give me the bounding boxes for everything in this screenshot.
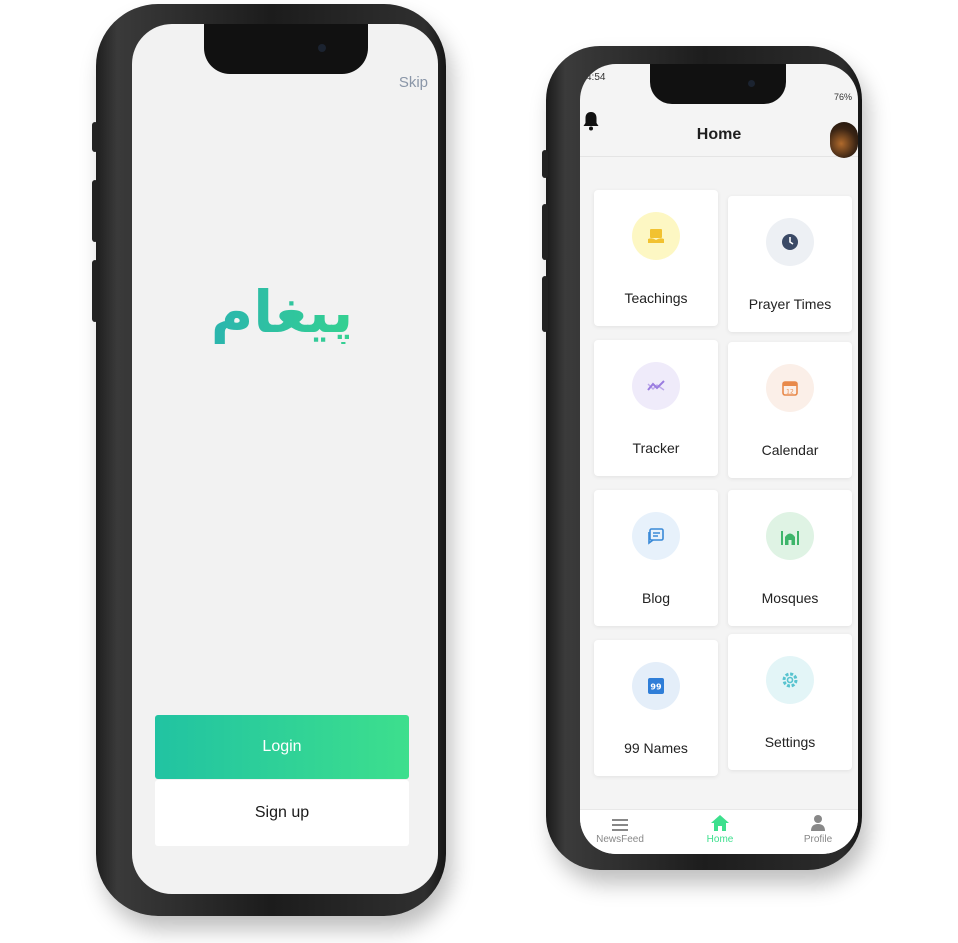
names-icon: 99	[648, 678, 664, 694]
volume-down-button	[92, 260, 98, 322]
bottom-nav: NewsFeed Home Profile	[580, 809, 858, 854]
teachings-icon	[648, 229, 664, 243]
phone-right: 4:54 76% Home Teachings Prayer Times Tra…	[542, 46, 862, 870]
tile-tracker[interactable]: Tracker	[594, 340, 718, 476]
teachings-icon-bg	[632, 212, 680, 260]
tile-label: Blog	[641, 590, 671, 606]
prayer-times-icon-bg	[766, 218, 814, 266]
phone-left: Skip پیغام Login Sign up	[92, 4, 446, 916]
tracker-icon-bg	[632, 362, 680, 410]
mosque-icon	[781, 531, 799, 545]
gear-icon	[782, 672, 798, 688]
notch	[204, 24, 368, 74]
notch	[650, 64, 786, 104]
nav-profile[interactable]: Profile	[788, 814, 848, 845]
tile-label: 99 Names	[624, 740, 688, 756]
front-camera	[748, 80, 755, 87]
nav-newsfeed[interactable]: NewsFeed	[590, 818, 650, 845]
volume-up-button	[542, 204, 548, 260]
page-title: Home	[696, 126, 742, 143]
volume-down-button	[542, 276, 548, 332]
login-button[interactable]: Login	[155, 715, 409, 779]
tile-label: Mosques	[761, 590, 819, 606]
silent-switch	[542, 150, 548, 178]
svg-text:99: 99	[650, 683, 662, 692]
nav-label: NewsFeed	[596, 834, 644, 845]
home-screen: 4:54 76% Home Teachings Prayer Times Tra…	[580, 64, 858, 854]
tile-label: Calendar	[761, 442, 819, 458]
tile-settings[interactable]: Settings	[728, 634, 852, 770]
avatar[interactable]	[830, 122, 858, 158]
tile-blog[interactable]: Blog	[594, 490, 718, 626]
tile-prayer-times[interactable]: Prayer Times	[728, 196, 852, 332]
tracker-icon	[647, 380, 665, 391]
app-logo: پیغام	[202, 280, 362, 344]
tile-label: Prayer Times	[748, 296, 832, 312]
names-icon-bg: 99	[632, 662, 680, 710]
user-icon	[811, 815, 825, 831]
svg-text:12: 12	[786, 389, 794, 396]
tile-calendar[interactable]: 12 Calendar	[728, 342, 852, 478]
home-icon	[711, 815, 729, 831]
tile-label: Tracker	[632, 440, 680, 456]
app-header: Home	[580, 104, 858, 158]
calendar-icon: 12	[782, 381, 798, 396]
tile-99-names[interactable]: 99 99 Names	[594, 640, 718, 776]
nav-home[interactable]: Home	[690, 814, 750, 845]
signup-button[interactable]: Sign up	[155, 780, 409, 846]
status-time: 4:54	[586, 72, 606, 83]
tile-mosques[interactable]: Mosques	[728, 490, 852, 626]
settings-icon-bg	[766, 656, 814, 704]
welcome-screen: Skip پیغام Login Sign up	[132, 24, 438, 894]
calendar-icon-bg: 12	[766, 364, 814, 412]
clock-icon	[782, 234, 798, 250]
tile-teachings[interactable]: Teachings	[594, 190, 718, 326]
menu-icon	[612, 819, 628, 831]
silent-switch	[92, 122, 98, 152]
tile-label: Settings	[764, 734, 816, 750]
nav-label: Profile	[803, 834, 833, 845]
skip-link[interactable]: Skip	[399, 74, 428, 91]
tile-label: Teachings	[624, 290, 688, 306]
nav-label: Home	[706, 834, 734, 845]
volume-up-button	[92, 180, 98, 242]
mosques-icon-bg	[766, 512, 814, 560]
blog-icon-bg	[632, 512, 680, 560]
blog-icon	[648, 528, 664, 545]
front-camera	[318, 44, 326, 52]
status-battery: 76%	[833, 92, 852, 102]
